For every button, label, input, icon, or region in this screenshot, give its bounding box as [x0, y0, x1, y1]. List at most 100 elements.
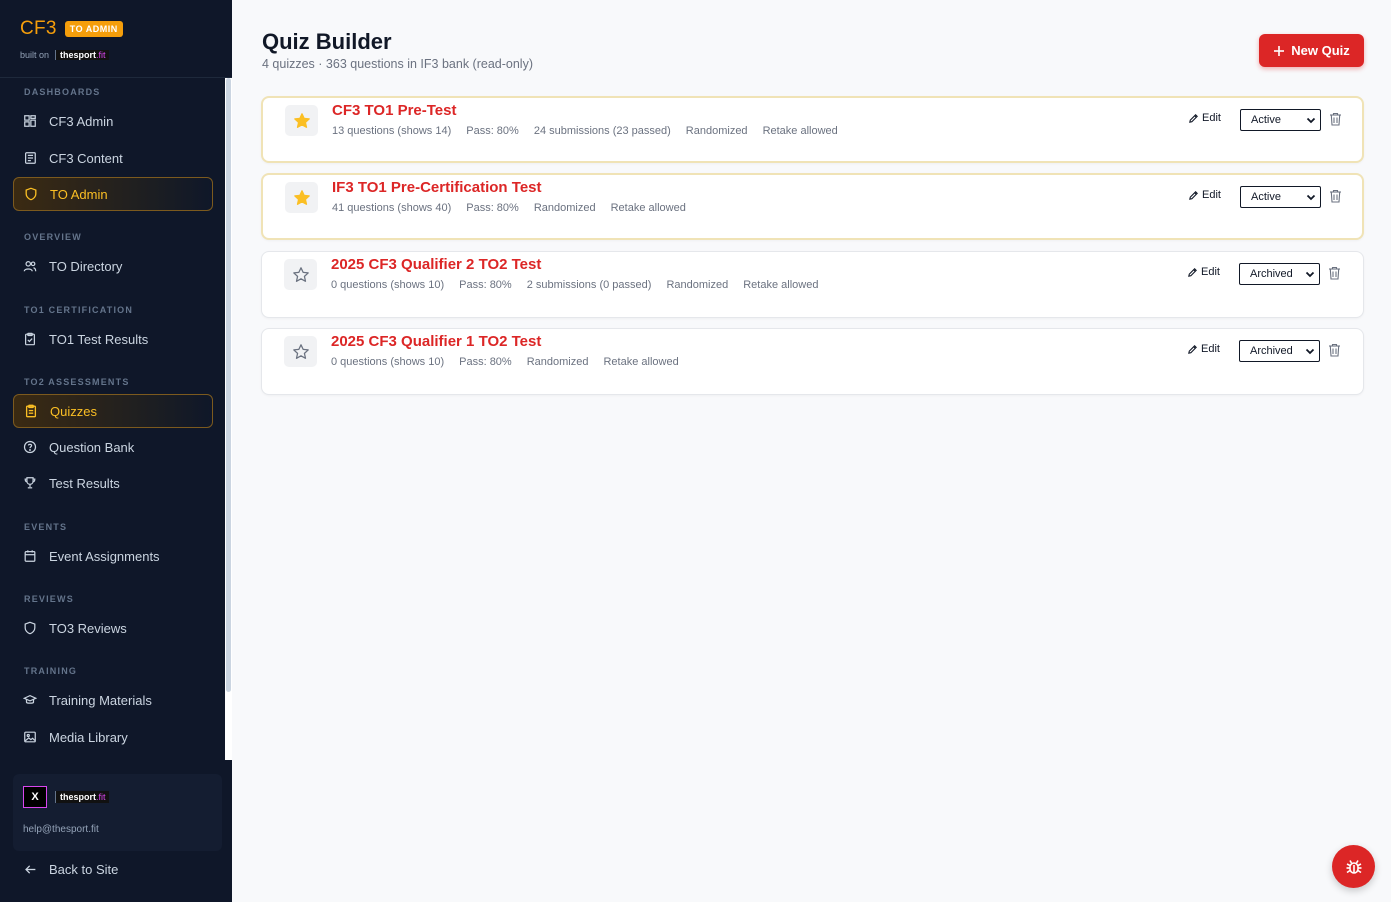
sidebar-item-label: CF3 Admin	[49, 113, 114, 129]
quiz-meta-item: 13 questions (shows 14)	[332, 125, 452, 137]
sidebar-item-cf3-admin[interactable]: CF3 Admin	[13, 104, 213, 138]
quiz-card: CF3 TO1 Pre-Test 13 questions (shows 14)…	[261, 96, 1364, 163]
star-icon	[292, 343, 309, 359]
status-value: Active	[1251, 191, 1281, 203]
sidebar-item-to1-test-results[interactable]: TO1 Test Results	[13, 322, 213, 356]
status-value: Archived	[1250, 268, 1293, 280]
sidebar-item-label: TO1 Test Results	[49, 331, 149, 347]
sidebar-item-label: CF3 Content	[49, 150, 123, 166]
nav-section-dashboards: DASHBOARDS	[24, 87, 101, 97]
sidebar-item-to-admin[interactable]: TO Admin	[13, 177, 213, 211]
quiz-meta-item: 0 questions (shows 10)	[331, 279, 445, 291]
quiz-meta-item: Randomized	[526, 356, 589, 368]
edit-quiz-button[interactable]: Edit	[1188, 189, 1221, 201]
quiz-meta-item: Pass: 80%	[459, 356, 512, 368]
thesport-logo-suffix: .fit	[96, 792, 106, 802]
quiz-title-link[interactable]: IF3 TO1 Pre-Certification Test	[332, 179, 542, 196]
role-badge: TO ADMIN	[64, 21, 123, 37]
chevron-down-icon	[1305, 271, 1315, 278]
brand-header: CF3 TO ADMIN built on thesport.fit	[0, 0, 232, 78]
sidebar-item-label: TO3 Reviews	[49, 620, 127, 636]
image-icon	[24, 731, 36, 743]
sidebar-item-test-results[interactable]: Test Results	[13, 466, 213, 500]
graduation-cap-icon	[23, 694, 37, 704]
bug-icon	[1346, 859, 1361, 874]
quiz-title-link[interactable]: CF3 TO1 Pre-Test	[332, 102, 456, 119]
trash-icon[interactable]	[1329, 189, 1342, 203]
grid-icon	[24, 115, 36, 127]
clipboard-check-icon	[25, 332, 35, 346]
edit-quiz-button[interactable]: Edit	[1187, 343, 1220, 355]
newspaper-icon	[25, 152, 36, 164]
nav-section-reviews: REVIEWS	[24, 594, 74, 604]
back-to-site-link[interactable]: Back to Site	[24, 862, 118, 877]
nav-scroll-area: DASHBOARDS CF3 Admin CF3 Content TO Admi…	[0, 78, 232, 768]
sidebar-item-cf3-content[interactable]: CF3 Content	[13, 141, 213, 175]
pencil-icon	[1189, 190, 1198, 200]
sidebar-item-to-directory[interactable]: TO Directory	[13, 249, 213, 283]
edit-quiz-button[interactable]: Edit	[1187, 266, 1220, 278]
favorite-toggle[interactable]	[285, 182, 318, 213]
status-select[interactable]: Active	[1240, 186, 1321, 208]
edit-label: Edit	[1201, 266, 1220, 278]
status-select[interactable]: Active	[1240, 109, 1321, 131]
sidebar-item-quizzes[interactable]: Quizzes	[13, 394, 213, 428]
quiz-meta-item: Randomized	[685, 125, 748, 137]
quiz-card: 2025 CF3 Qualifier 1 TO2 Test 0 question…	[261, 328, 1364, 395]
sidebar-item-training-materials[interactable]: Training Materials	[13, 683, 213, 717]
status-select[interactable]: Archived	[1239, 263, 1320, 285]
thesport-mark-icon: X	[23, 786, 47, 808]
page-title: Quiz Builder	[262, 29, 392, 54]
trash-icon[interactable]	[1328, 266, 1341, 280]
back-to-site-label: Back to Site	[49, 862, 119, 877]
quiz-title-link[interactable]: 2025 CF3 Qualifier 2 TO2 Test	[331, 256, 541, 273]
main-content: Quiz Builder 4 quizzes · 363 questions i…	[232, 0, 1391, 902]
sidebar-item-to3-reviews[interactable]: TO3 Reviews	[13, 611, 213, 645]
thesport-logo-main: thesport	[60, 792, 96, 802]
arrow-left-icon	[25, 865, 36, 874]
edit-label: Edit	[1201, 343, 1220, 355]
quiz-meta-item: Randomized	[533, 202, 596, 214]
quiz-meta: 41 questions (shows 40) Pass: 80% Randomiz…	[332, 202, 686, 214]
plus-icon	[1274, 45, 1285, 56]
sidebar-item-label: Event Assignments	[49, 548, 160, 564]
brand-name[interactable]: CF3	[20, 18, 57, 40]
chevron-down-icon	[1305, 348, 1315, 355]
sidebar-item-event-assignments[interactable]: Event Assignments	[13, 539, 213, 573]
thesport-logo-main: thesport	[60, 50, 97, 60]
favorite-toggle[interactable]	[284, 259, 317, 290]
quiz-meta-item: 2 submissions (0 passed)	[526, 279, 652, 291]
quiz-card: 2025 CF3 Qualifier 2 TO2 Test 0 question…	[261, 251, 1364, 318]
clipboard-list-icon	[25, 404, 37, 418]
support-email[interactable]: help@thesport.fit	[23, 824, 212, 835]
thesport-logo: thesport.fit	[55, 791, 109, 803]
bug-report-button[interactable]	[1332, 845, 1375, 888]
sidebar-scrollbar[interactable]	[225, 78, 232, 760]
quiz-meta-item: Pass: 80%	[459, 279, 512, 291]
nav-section-to1: TO1 CERTIFICATION	[24, 305, 134, 315]
nav-section-training: TRAINING	[24, 666, 78, 676]
edit-quiz-button[interactable]: Edit	[1188, 112, 1221, 124]
edit-label: Edit	[1202, 189, 1221, 201]
favorite-toggle[interactable]	[285, 105, 318, 136]
sidebar-scrollbar-thumb[interactable]	[226, 78, 231, 692]
sidebar-item-question-bank[interactable]: Question Bank	[13, 430, 213, 464]
quiz-card: IF3 TO1 Pre-Certification Test 41 questi…	[261, 173, 1364, 240]
quiz-title-link[interactable]: 2025 CF3 Qualifier 1 TO2 Test	[331, 333, 541, 350]
quiz-meta-item: 0 questions (shows 10)	[331, 356, 445, 368]
new-quiz-button[interactable]: New Quiz	[1259, 34, 1364, 67]
quiz-meta-item: Retake allowed	[743, 279, 819, 291]
sidebar: CF3 TO ADMIN built on thesport.fit DASHB…	[0, 0, 232, 902]
sidebar-item-label: Question Bank	[49, 439, 135, 455]
sidebar-item-media-library[interactable]: Media Library	[13, 720, 213, 754]
pencil-icon	[1189, 113, 1198, 123]
chevron-down-icon	[1306, 194, 1316, 201]
trash-icon[interactable]	[1329, 112, 1342, 126]
quiz-meta-item: Randomized	[666, 279, 729, 291]
sidebar-item-label: Test Results	[49, 475, 120, 491]
status-select[interactable]: Archived	[1239, 340, 1320, 362]
favorite-toggle[interactable]	[284, 336, 317, 367]
trash-icon[interactable]	[1328, 343, 1341, 357]
quiz-meta-item: 24 submissions (23 passed)	[533, 125, 671, 137]
pencil-icon	[1188, 344, 1197, 354]
